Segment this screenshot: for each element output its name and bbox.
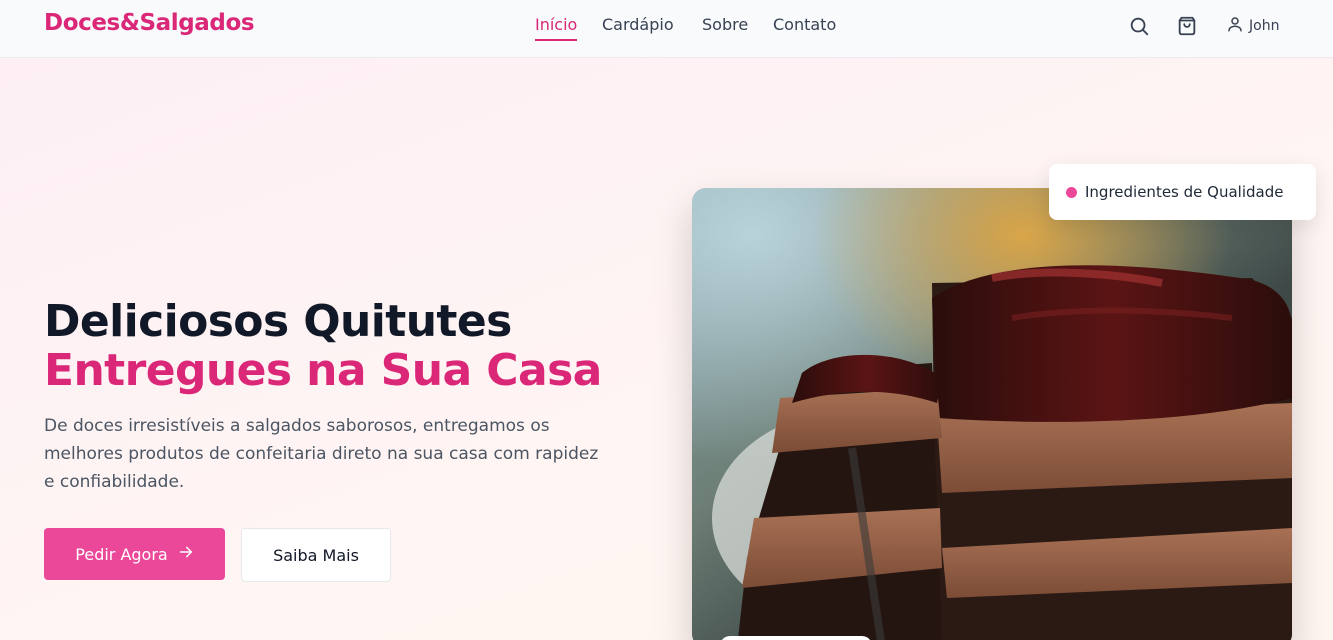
nav-link-cardapio[interactable]: Cardápio <box>602 15 674 39</box>
badge-text: Ingredientes de Qualidade <box>1085 183 1284 201</box>
order-now-label: Pedir Agora <box>75 544 168 564</box>
nav-link-inicio[interactable]: Início <box>535 15 578 41</box>
hero-title-line1: Deliciosos Quitutes <box>44 296 512 347</box>
search-icon[interactable] <box>1128 15 1150 37</box>
learn-more-button[interactable]: Saiba Mais <box>241 528 391 582</box>
bottom-floating-card <box>720 636 872 640</box>
badge-dot-icon <box>1066 186 1077 198</box>
quality-badge: Ingredientes de Qualidade <box>1049 164 1316 220</box>
hero-cake-image <box>692 188 1292 640</box>
brand-logo[interactable]: Doces&Salgados <box>44 10 255 36</box>
order-now-button[interactable]: Pedir Agora <box>44 528 225 580</box>
hero-description: De doces irresistíveis a salgados saboro… <box>44 416 599 492</box>
nav-link-contato[interactable]: Contato <box>773 15 836 39</box>
user-menu[interactable]: John <box>1226 15 1279 37</box>
user-icon <box>1226 14 1244 38</box>
nav-link-sobre[interactable]: Sobre <box>702 15 748 39</box>
hero-title-line2: Entregues na Sua Casa <box>44 345 602 396</box>
top-navbar: Doces&Salgados Início Cardápio Sobre Con… <box>0 0 1333 58</box>
arrow-right-icon <box>178 544 194 564</box>
cart-icon[interactable] <box>1176 15 1198 37</box>
user-name: John <box>1249 18 1280 34</box>
